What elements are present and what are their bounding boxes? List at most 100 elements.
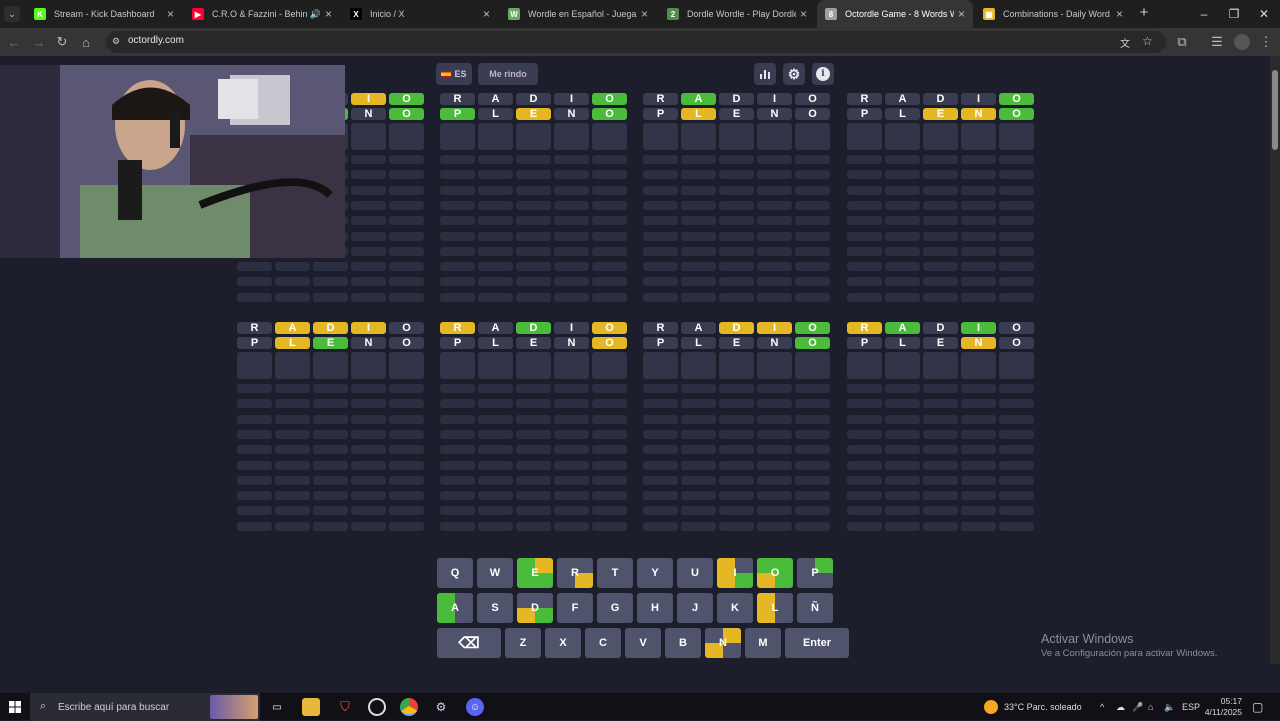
tab-close-icon[interactable]: × xyxy=(483,7,490,21)
empty-tile xyxy=(389,246,424,256)
info-icon[interactable]: i xyxy=(812,63,834,85)
clock[interactable]: 05:17 4/11/2025 xyxy=(1204,693,1242,721)
profile-avatar[interactable] xyxy=(1234,34,1250,50)
tab-audio-icon[interactable]: 🔊 xyxy=(310,9,321,20)
discord-icon[interactable]: ☺ xyxy=(466,698,484,716)
bookmark-star-icon[interactable]: ☆ xyxy=(1142,34,1153,48)
empty-tile xyxy=(554,521,589,531)
tab-close-icon[interactable]: × xyxy=(325,7,332,21)
give-up-button[interactable]: Me rindo xyxy=(478,63,538,85)
key-r[interactable]: R xyxy=(557,558,593,588)
scrollbar-thumb[interactable] xyxy=(1272,70,1278,150)
key-o[interactable]: O xyxy=(757,558,793,588)
browser-tab[interactable]: ▶ C.R.O & Fazzini - Behind M🔊 × xyxy=(184,0,340,28)
volume-icon[interactable]: 🔈 xyxy=(1164,693,1175,721)
key-z[interactable]: Z xyxy=(505,628,541,658)
key-w[interactable]: W xyxy=(477,558,513,588)
notifications-icon[interactable]: ▢ xyxy=(1252,693,1263,721)
media-control-icon[interactable]: ☰ xyxy=(1209,34,1225,50)
key-s[interactable]: S xyxy=(477,593,513,623)
steam-icon[interactable]: ⚙ xyxy=(432,698,450,716)
key-f[interactable]: F xyxy=(557,593,593,623)
key-ñ[interactable]: Ñ xyxy=(797,593,833,623)
language-indicator[interactable]: ESP xyxy=(1182,693,1200,721)
key-j[interactable]: J xyxy=(677,593,713,623)
task-view-icon[interactable]: ▭ xyxy=(268,698,286,716)
key-c[interactable]: C xyxy=(585,628,621,658)
empty-tile xyxy=(478,384,513,393)
network-tray-icon[interactable]: ☁ xyxy=(1116,693,1125,721)
minimize-button[interactable]: – xyxy=(1189,0,1219,28)
board-tile: D xyxy=(516,93,551,105)
microphone-icon[interactable]: 🎤 xyxy=(1132,693,1143,721)
wifi-icon[interactable]: ⌂ xyxy=(1148,693,1153,721)
tab-search-button[interactable]: ⌄ xyxy=(4,6,20,22)
key-v[interactable]: V xyxy=(625,628,661,658)
back-icon[interactable]: ← xyxy=(6,34,22,50)
key-i[interactable]: I xyxy=(717,558,753,588)
key-x[interactable]: X xyxy=(545,628,581,658)
file-explorer-icon[interactable] xyxy=(302,698,320,716)
empty-tile xyxy=(478,292,513,302)
key-b[interactable]: B xyxy=(665,628,701,658)
home-icon[interactable]: ⌂ xyxy=(78,34,94,50)
board-tile: O xyxy=(592,337,627,349)
browser-tab[interactable]: 8 Octordle Game - 8 Words Won × xyxy=(817,0,973,28)
empty-tile xyxy=(313,475,348,485)
key-e[interactable]: E xyxy=(517,558,553,588)
tray-overflow-icon[interactable]: ^ xyxy=(1100,693,1104,721)
tab-close-icon[interactable]: × xyxy=(641,7,648,21)
key-a[interactable]: A xyxy=(437,593,473,623)
key-q[interactable]: Q xyxy=(437,558,473,588)
translate-icon[interactable]: 文 xyxy=(1120,35,1130,50)
backspace-icon[interactable]: ⌫ xyxy=(437,628,501,658)
browser-tab[interactable]: 2 Dordle Wordle - Play Dordle Ga × xyxy=(659,0,815,28)
windows-start-icon[interactable] xyxy=(6,698,24,716)
browser-tab[interactable]: X Inicio / X × xyxy=(342,0,498,28)
tab-close-icon[interactable]: × xyxy=(800,7,807,21)
key-h[interactable]: H xyxy=(637,593,673,623)
empty-tile xyxy=(681,185,716,195)
obs-icon[interactable] xyxy=(368,698,386,716)
key-g[interactable]: G xyxy=(597,593,633,623)
empty-tile xyxy=(592,200,627,210)
tab-close-icon[interactable]: × xyxy=(958,7,965,21)
key-label: Ñ xyxy=(811,602,819,614)
language-selector[interactable]: ES xyxy=(436,63,472,85)
key-k[interactable]: K xyxy=(717,593,753,623)
site-info-icon[interactable]: ⚙ xyxy=(112,36,120,47)
key-enter[interactable]: Enter xyxy=(785,628,849,658)
board-tile: I xyxy=(757,93,792,105)
key-n[interactable]: N xyxy=(705,628,741,658)
taskbar-search-box[interactable]: ⌕ Escribe aquí para buscar xyxy=(30,693,260,721)
page-scrollbar[interactable] xyxy=(1270,56,1280,664)
key-u[interactable]: U xyxy=(677,558,713,588)
brave-browser-icon[interactable]: ⛉ xyxy=(336,698,354,716)
empty-tile xyxy=(885,521,920,531)
weather-widget[interactable]: 33°C Parc. soleado xyxy=(984,693,1082,721)
reload-icon[interactable]: ↻ xyxy=(54,34,70,50)
empty-tile xyxy=(478,246,513,256)
tab-close-icon[interactable]: × xyxy=(167,7,174,21)
key-y[interactable]: Y xyxy=(637,558,673,588)
key-p[interactable]: P xyxy=(797,558,833,588)
close-window-button[interactable]: ✕ xyxy=(1249,0,1279,28)
browser-tab[interactable]: W Wordle en Español - Juega Wo × xyxy=(500,0,656,28)
address-bar[interactable]: ⚙ octordly.com 文 ☆ xyxy=(106,31,1166,53)
menu-icon[interactable]: ⋮ xyxy=(1258,34,1274,50)
key-d[interactable]: D xyxy=(517,593,553,623)
key-m[interactable]: M xyxy=(745,628,781,658)
tab-close-icon[interactable]: × xyxy=(1116,7,1123,21)
empty-tile xyxy=(719,216,754,226)
new-tab-button[interactable]: + xyxy=(1136,5,1152,21)
settings-icon[interactable]: ⚙ xyxy=(783,63,805,85)
restore-button[interactable]: ❐ xyxy=(1219,0,1249,28)
browser-tab[interactable]: ▦ Combinations - Daily Word Ga × xyxy=(975,0,1131,28)
key-l[interactable]: L xyxy=(757,593,793,623)
forward-icon[interactable]: → xyxy=(31,34,47,50)
browser-tab[interactable]: K Stream - Kick Dashboard × xyxy=(26,0,182,28)
chrome-icon[interactable] xyxy=(400,698,418,716)
key-t[interactable]: T xyxy=(597,558,633,588)
extensions-icon[interactable]: ⧉ xyxy=(1174,34,1190,50)
stats-icon[interactable] xyxy=(754,63,776,85)
